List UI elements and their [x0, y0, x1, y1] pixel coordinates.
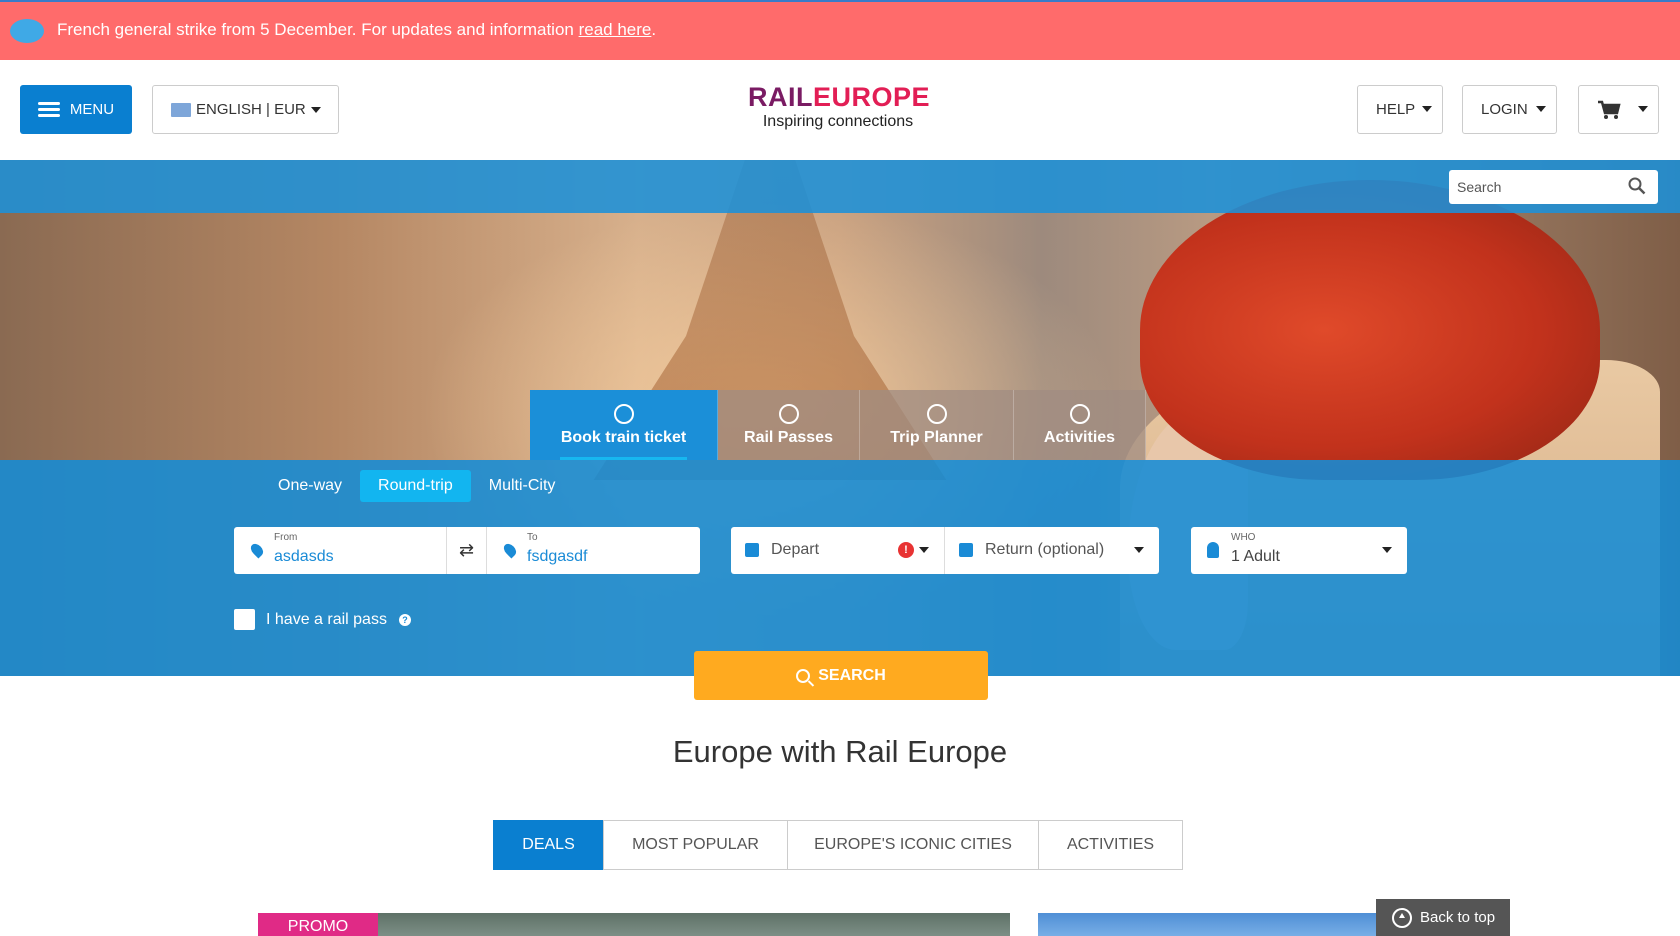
swap-arrows-icon: ⇄: [458, 540, 475, 560]
tab-label: Book train ticket: [560, 428, 687, 446]
login-label: LOGIN: [1481, 101, 1528, 118]
depart-label: Depart: [771, 541, 820, 558]
login-dropdown[interactable]: LOGIN: [1462, 85, 1557, 134]
search-icon[interactable]: [1628, 177, 1646, 195]
who-value: 1 Adult: [1231, 548, 1280, 565]
flag-icon: [171, 102, 191, 117]
site-search-input[interactable]: Search: [1449, 170, 1658, 204]
from-field[interactable]: From asdasds: [234, 527, 447, 574]
error-icon: !: [898, 542, 914, 558]
tab-rail-passes[interactable]: Rail Passes: [718, 390, 860, 460]
menu-label: MENU: [69, 101, 115, 118]
chevron-down-icon: [1536, 106, 1546, 112]
swap-stations-button[interactable]: ⇄: [447, 527, 487, 574]
alert-text: French general strike from 5 December. F…: [57, 20, 657, 39]
to-label: To: [527, 532, 538, 543]
info-icon: [10, 19, 44, 43]
language-currency-dropdown[interactable]: ENGLISH | EUR: [152, 85, 339, 134]
tab-label: Rail Passes: [744, 428, 833, 446]
tab-activities[interactable]: Activities: [1014, 390, 1146, 460]
hamburger-icon: [37, 101, 60, 118]
tab-book-train-ticket[interactable]: Book train ticket: [530, 390, 718, 460]
content-tabs: DEALS MOST POPULAR EUROPE'S ICONIC CITIE…: [493, 820, 1183, 870]
to-value: fsdgasdf: [527, 548, 588, 565]
logo-text-europe: EUROPE: [813, 82, 931, 112]
promo-badge: PROMO: [258, 913, 378, 936]
tab-label: Activities: [1043, 428, 1116, 446]
trip-type-selector: One-way Round-trip Multi-City: [260, 470, 573, 502]
to-field[interactable]: To fsdgasdf: [487, 527, 700, 574]
tab-iconic-cities[interactable]: EUROPE'S ICONIC CITIES: [787, 820, 1039, 870]
location-pin-icon: [501, 541, 519, 559]
person-icon: [1207, 542, 1219, 558]
arrow-up-icon: [1392, 907, 1412, 928]
logo-tagline: Inspiring connections: [762, 113, 914, 130]
language-label: ENGLISH | EUR: [196, 101, 306, 118]
section-title: Europe with Rail Europe: [672, 734, 1008, 769]
chevron-down-icon: [1422, 106, 1432, 112]
train-icon: [613, 403, 634, 424]
location-pin-icon: [248, 541, 266, 559]
trip-multi-city[interactable]: Multi-City: [471, 470, 574, 502]
help-icon[interactable]: ?: [398, 613, 411, 626]
tab-most-popular[interactable]: MOST POPULAR: [603, 820, 788, 870]
rail-pass-label[interactable]: I have a rail pass: [266, 611, 387, 629]
strike-alert-banner: French general strike from 5 December. F…: [0, 0, 1680, 60]
trip-one-way[interactable]: One-way: [260, 470, 360, 502]
product-tabs: Book train ticket Rail Passes Trip Plann…: [530, 390, 1146, 460]
read-here-link[interactable]: read here: [579, 20, 652, 39]
who-label: WHO: [1231, 532, 1256, 543]
chevron-down-icon: [1382, 547, 1392, 553]
chevron-down-icon: [1638, 106, 1648, 112]
hero-section: Search Book train ticket Rail Passes Tri…: [0, 160, 1680, 676]
search-placeholder: Search: [1457, 179, 1502, 195]
tab-label: Trip Planner: [890, 428, 983, 446]
help-label: HELP: [1376, 101, 1416, 118]
return-label: Return (optional): [985, 541, 1105, 558]
booking-form: One-way Round-trip Multi-City From asdas…: [0, 460, 1680, 676]
tab-trip-planner[interactable]: Trip Planner: [860, 390, 1014, 460]
depart-date-field[interactable]: Depart !: [731, 527, 945, 574]
ticket-icon: [1069, 403, 1090, 424]
back-to-top-label: Back to top: [1420, 909, 1496, 926]
from-value: asdasds: [274, 548, 334, 565]
trip-round-trip[interactable]: Round-trip: [360, 470, 471, 502]
calendar-icon: [745, 543, 759, 557]
cart-icon: [1598, 100, 1621, 119]
cart-dropdown[interactable]: [1578, 85, 1659, 134]
rail-europe-logo[interactable]: RAILEUROPE Inspiring connections: [748, 82, 931, 131]
back-to-top-button[interactable]: Back to top: [1376, 899, 1510, 936]
search-band: Search: [0, 160, 1680, 213]
chevron-down-icon: [311, 107, 321, 113]
return-date-field[interactable]: Return (optional): [945, 527, 1159, 574]
chevron-down-icon: [919, 547, 929, 553]
calendar-icon: [926, 403, 947, 424]
tab-deals[interactable]: DEALS: [493, 820, 604, 870]
tab-activities-content[interactable]: ACTIVITIES: [1038, 820, 1183, 870]
rail-pass-checkbox[interactable]: [234, 609, 255, 630]
search-button-label: SEARCH: [818, 666, 886, 684]
pass-icon: [778, 403, 799, 424]
hero-red-beanie: [1140, 180, 1600, 480]
search-button[interactable]: SEARCH: [694, 651, 988, 700]
help-dropdown[interactable]: HELP: [1357, 85, 1443, 134]
rail-pass-option: I have a rail pass ?: [234, 609, 411, 630]
menu-button[interactable]: MENU: [20, 85, 132, 134]
calendar-icon: [959, 543, 973, 557]
search-icon: [796, 668, 811, 683]
logo-text-rail: RAIL: [748, 82, 813, 112]
site-header: MENU ENGLISH | EUR RAILEUROPE Inspiring …: [0, 60, 1680, 160]
from-label: From: [274, 532, 298, 543]
passengers-dropdown[interactable]: WHO 1 Adult: [1191, 527, 1407, 574]
chevron-down-icon: [1134, 547, 1144, 553]
